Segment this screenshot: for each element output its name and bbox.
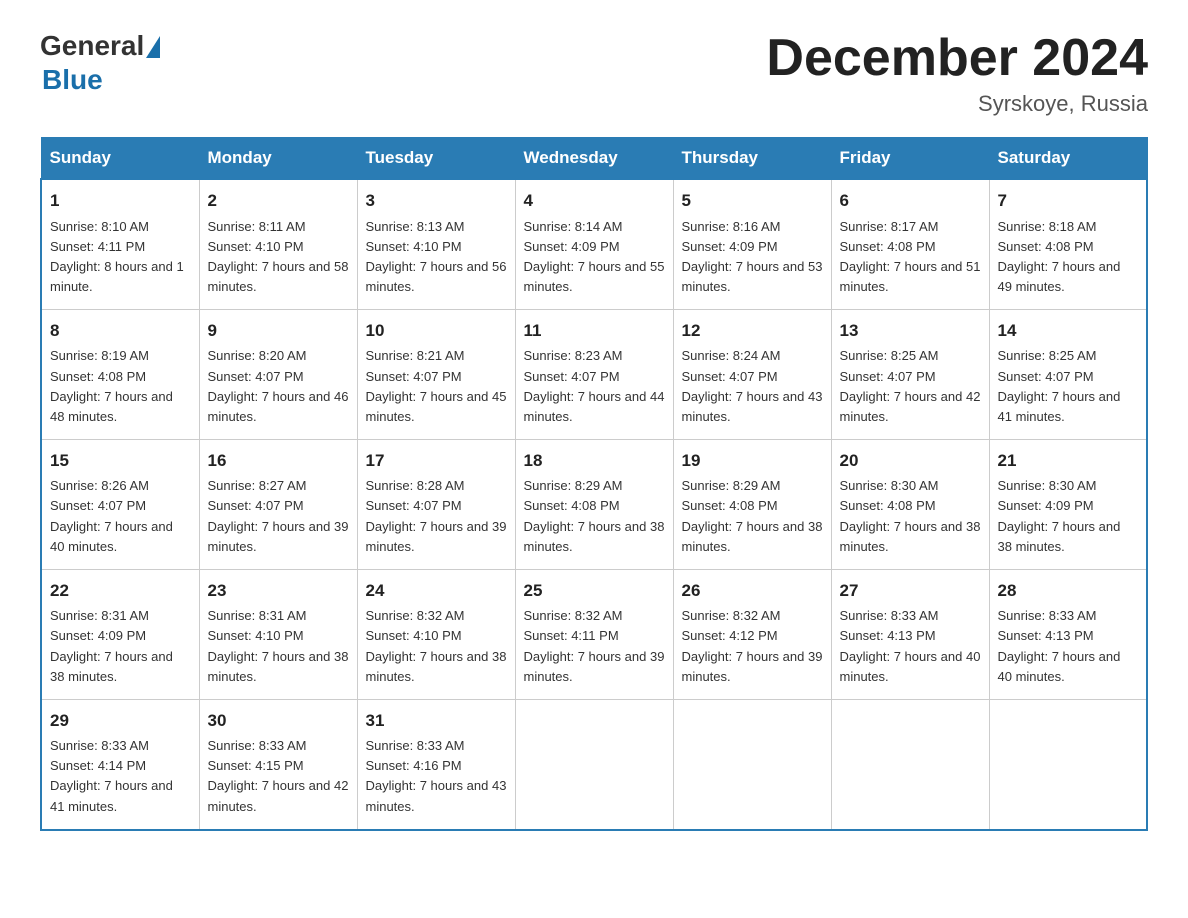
calendar-title: December 2024 xyxy=(766,30,1148,87)
calendar-cell xyxy=(989,699,1147,829)
calendar-cell: 3Sunrise: 8:13 AMSunset: 4:10 PMDaylight… xyxy=(357,179,515,309)
calendar-cell: 18Sunrise: 8:29 AMSunset: 4:08 PMDayligh… xyxy=(515,440,673,570)
header-sunday: Sunday xyxy=(41,138,199,180)
header-friday: Friday xyxy=(831,138,989,180)
calendar-cell: 8Sunrise: 8:19 AMSunset: 4:08 PMDaylight… xyxy=(41,310,199,440)
calendar-cell: 9Sunrise: 8:20 AMSunset: 4:07 PMDaylight… xyxy=(199,310,357,440)
calendar-cell: 29Sunrise: 8:33 AMSunset: 4:14 PMDayligh… xyxy=(41,699,199,829)
day-number: 21 xyxy=(998,448,1139,474)
calendar-cell: 20Sunrise: 8:30 AMSunset: 4:08 PMDayligh… xyxy=(831,440,989,570)
calendar-cell: 23Sunrise: 8:31 AMSunset: 4:10 PMDayligh… xyxy=(199,569,357,699)
calendar-cell: 10Sunrise: 8:21 AMSunset: 4:07 PMDayligh… xyxy=(357,310,515,440)
calendar-cell xyxy=(673,699,831,829)
day-number: 2 xyxy=(208,188,349,214)
calendar-cell xyxy=(515,699,673,829)
calendar-cell: 1Sunrise: 8:10 AMSunset: 4:11 PMDaylight… xyxy=(41,179,199,309)
day-number: 27 xyxy=(840,578,981,604)
header-monday: Monday xyxy=(199,138,357,180)
day-number: 24 xyxy=(366,578,507,604)
day-number: 28 xyxy=(998,578,1139,604)
day-number: 19 xyxy=(682,448,823,474)
logo-blue-text: Blue xyxy=(42,64,103,95)
day-number: 8 xyxy=(50,318,191,344)
logo: General Blue xyxy=(40,30,160,96)
calendar-cell: 16Sunrise: 8:27 AMSunset: 4:07 PMDayligh… xyxy=(199,440,357,570)
calendar-header-row: SundayMondayTuesdayWednesdayThursdayFrid… xyxy=(41,138,1147,180)
day-number: 20 xyxy=(840,448,981,474)
calendar-cell: 6Sunrise: 8:17 AMSunset: 4:08 PMDaylight… xyxy=(831,179,989,309)
header-thursday: Thursday xyxy=(673,138,831,180)
calendar-cell: 27Sunrise: 8:33 AMSunset: 4:13 PMDayligh… xyxy=(831,569,989,699)
calendar-week-row: 15Sunrise: 8:26 AMSunset: 4:07 PMDayligh… xyxy=(41,440,1147,570)
header-tuesday: Tuesday xyxy=(357,138,515,180)
calendar-cell: 11Sunrise: 8:23 AMSunset: 4:07 PMDayligh… xyxy=(515,310,673,440)
calendar-cell: 21Sunrise: 8:30 AMSunset: 4:09 PMDayligh… xyxy=(989,440,1147,570)
calendar-week-row: 1Sunrise: 8:10 AMSunset: 4:11 PMDaylight… xyxy=(41,179,1147,309)
day-number: 9 xyxy=(208,318,349,344)
day-number: 16 xyxy=(208,448,349,474)
day-number: 30 xyxy=(208,708,349,734)
day-number: 23 xyxy=(208,578,349,604)
day-number: 11 xyxy=(524,318,665,344)
day-number: 10 xyxy=(366,318,507,344)
title-block: December 2024 Syrskoye, Russia xyxy=(766,30,1148,117)
calendar-cell: 25Sunrise: 8:32 AMSunset: 4:11 PMDayligh… xyxy=(515,569,673,699)
calendar-cell: 5Sunrise: 8:16 AMSunset: 4:09 PMDaylight… xyxy=(673,179,831,309)
calendar-cell: 2Sunrise: 8:11 AMSunset: 4:10 PMDaylight… xyxy=(199,179,357,309)
calendar-cell: 31Sunrise: 8:33 AMSunset: 4:16 PMDayligh… xyxy=(357,699,515,829)
calendar-cell: 13Sunrise: 8:25 AMSunset: 4:07 PMDayligh… xyxy=(831,310,989,440)
calendar-cell: 22Sunrise: 8:31 AMSunset: 4:09 PMDayligh… xyxy=(41,569,199,699)
calendar-cell: 4Sunrise: 8:14 AMSunset: 4:09 PMDaylight… xyxy=(515,179,673,309)
calendar-cell: 7Sunrise: 8:18 AMSunset: 4:08 PMDaylight… xyxy=(989,179,1147,309)
day-number: 31 xyxy=(366,708,507,734)
calendar-cell: 26Sunrise: 8:32 AMSunset: 4:12 PMDayligh… xyxy=(673,569,831,699)
calendar-cell: 30Sunrise: 8:33 AMSunset: 4:15 PMDayligh… xyxy=(199,699,357,829)
calendar-cell xyxy=(831,699,989,829)
day-number: 6 xyxy=(840,188,981,214)
header-wednesday: Wednesday xyxy=(515,138,673,180)
calendar-cell: 19Sunrise: 8:29 AMSunset: 4:08 PMDayligh… xyxy=(673,440,831,570)
calendar-week-row: 29Sunrise: 8:33 AMSunset: 4:14 PMDayligh… xyxy=(41,699,1147,829)
calendar-cell: 17Sunrise: 8:28 AMSunset: 4:07 PMDayligh… xyxy=(357,440,515,570)
day-number: 26 xyxy=(682,578,823,604)
day-number: 1 xyxy=(50,188,191,214)
day-number: 7 xyxy=(998,188,1139,214)
day-number: 18 xyxy=(524,448,665,474)
calendar-week-row: 8Sunrise: 8:19 AMSunset: 4:08 PMDaylight… xyxy=(41,310,1147,440)
day-number: 3 xyxy=(366,188,507,214)
calendar-cell: 28Sunrise: 8:33 AMSunset: 4:13 PMDayligh… xyxy=(989,569,1147,699)
day-number: 13 xyxy=(840,318,981,344)
calendar-cell: 24Sunrise: 8:32 AMSunset: 4:10 PMDayligh… xyxy=(357,569,515,699)
calendar-cell: 15Sunrise: 8:26 AMSunset: 4:07 PMDayligh… xyxy=(41,440,199,570)
logo-general-text: General xyxy=(40,30,144,62)
calendar-table: SundayMondayTuesdayWednesdayThursdayFrid… xyxy=(40,137,1148,831)
logo-triangle-icon xyxy=(146,36,160,58)
day-number: 17 xyxy=(366,448,507,474)
calendar-week-row: 22Sunrise: 8:31 AMSunset: 4:09 PMDayligh… xyxy=(41,569,1147,699)
header-saturday: Saturday xyxy=(989,138,1147,180)
day-number: 14 xyxy=(998,318,1139,344)
day-number: 4 xyxy=(524,188,665,214)
calendar-cell: 14Sunrise: 8:25 AMSunset: 4:07 PMDayligh… xyxy=(989,310,1147,440)
day-number: 12 xyxy=(682,318,823,344)
day-number: 25 xyxy=(524,578,665,604)
day-number: 5 xyxy=(682,188,823,214)
location-subtitle: Syrskoye, Russia xyxy=(766,91,1148,117)
day-number: 22 xyxy=(50,578,191,604)
page-header: General Blue December 2024 Syrskoye, Rus… xyxy=(40,30,1148,117)
calendar-cell: 12Sunrise: 8:24 AMSunset: 4:07 PMDayligh… xyxy=(673,310,831,440)
day-number: 29 xyxy=(50,708,191,734)
day-number: 15 xyxy=(50,448,191,474)
